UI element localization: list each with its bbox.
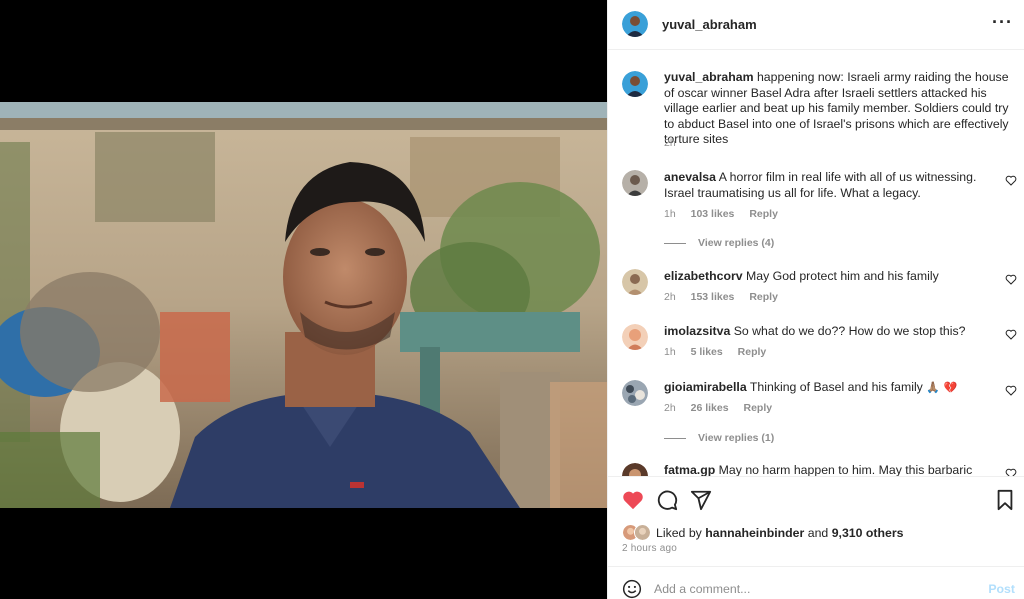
liked-by-avatars (622, 524, 652, 542)
heart-outline-icon[interactable] (1005, 175, 1017, 186)
post-photo-image (0, 102, 607, 508)
commenter-avatar[interactable] (622, 170, 648, 196)
comment-username[interactable]: fatma.gp (664, 463, 715, 476)
post-photo[interactable] (0, 102, 607, 508)
comment-body: May no harm happen to him. May this barb… (718, 463, 973, 476)
comment-text: imolazsitva So what do we do?? How do we… (664, 324, 994, 340)
author-username[interactable]: yuval_abraham (662, 17, 757, 32)
comment-emoji: 🙏🏽 💔 (926, 381, 958, 394)
comment-time: 2h (664, 291, 676, 303)
post-actions: Liked by hannaheinbinder and 9,310 other… (608, 476, 1024, 566)
view-replies-label: View replies (4) (698, 237, 775, 249)
view-replies-button[interactable]: View replies (4) (664, 237, 774, 249)
comment-username[interactable]: gioiamirabella (664, 380, 747, 394)
comment-time: 2h (664, 402, 676, 414)
comment-meta: 2h 153 likes Reply (664, 291, 790, 303)
heart-outline-icon[interactable] (1005, 468, 1017, 476)
post-details-panel: yuval_abraham ··· yuval_abraham happenin… (607, 0, 1024, 599)
add-comment-bar: Post (608, 566, 1024, 599)
caption-text: yuval_abraham happening now: Israeli arm… (664, 70, 1020, 148)
liked-by-summary: Liked by hannaheinbinder and 9,310 other… (622, 524, 903, 542)
comment-text: fatma.gp May no harm happen to him. May … (664, 463, 994, 476)
caption-username[interactable]: yuval_abraham (664, 70, 754, 84)
liker-avatar[interactable] (634, 524, 651, 541)
comment-likes[interactable]: 103 likes (691, 208, 735, 220)
caption-author-avatar[interactable] (622, 71, 648, 97)
post-media-panel (0, 0, 607, 599)
comment-text: anevalsa A horror film in real life with… (664, 170, 994, 201)
comment-likes[interactable]: 153 likes (691, 291, 735, 303)
comment-body: May God protect him and his family (746, 269, 939, 283)
heart-outline-icon[interactable] (1005, 329, 1017, 340)
comment-time: 1h (664, 346, 676, 358)
comment-likes[interactable]: 5 likes (691, 346, 723, 358)
comment-icon[interactable] (656, 489, 678, 511)
comment-time: 1h (664, 208, 676, 220)
heart-outline-icon[interactable] (1005, 274, 1017, 285)
reply-button[interactable]: Reply (738, 346, 767, 358)
comment-text: gioiamirabella Thinking of Basel and his… (664, 380, 994, 396)
heart-filled-icon[interactable] (622, 489, 644, 511)
comment-username[interactable]: anevalsa (664, 170, 716, 184)
comment-meta: 1h 103 likes Reply (664, 208, 790, 220)
post-header: yuval_abraham ··· (608, 0, 1024, 50)
reply-button[interactable]: Reply (749, 291, 778, 303)
comment-meta: 1h 5 likes Reply (664, 346, 778, 358)
reply-button[interactable]: Reply (749, 208, 778, 220)
comment-username[interactable]: imolazsitva (664, 324, 730, 338)
comment-input[interactable] (654, 581, 974, 597)
liked-by-prefix: Liked by (656, 526, 702, 540)
liked-by-user[interactable]: hannaheinbinder (705, 526, 804, 540)
commenter-avatar[interactable] (622, 463, 648, 476)
comment-username[interactable]: elizabethcorv (664, 269, 743, 283)
comment-body: Thinking of Basel and his family (749, 380, 923, 394)
commenter-avatar[interactable] (622, 380, 648, 406)
post-time-ago: 2 hours ago (622, 543, 678, 554)
more-horizontal-icon[interactable]: ··· (992, 13, 1013, 31)
comment-meta: 2h 26 likes Reply (664, 402, 784, 414)
heart-outline-icon[interactable] (1005, 385, 1017, 396)
comment-text: elizabethcorv May God protect him and hi… (664, 269, 994, 285)
caption-time: 2h (664, 137, 676, 149)
comment-body: So what do we do?? How do we stop this? (733, 324, 966, 338)
view-replies-label: View replies (1) (698, 432, 775, 444)
share-icon[interactable] (690, 489, 712, 511)
emoji-icon[interactable] (622, 579, 642, 599)
replies-divider-line (664, 242, 686, 244)
post-comment-button[interactable]: Post (988, 582, 1015, 596)
likes-count[interactable]: 9,310 others (832, 526, 904, 540)
commenter-avatar[interactable] (622, 269, 648, 295)
liked-by-and: and (807, 526, 829, 540)
author-avatar[interactable] (622, 11, 648, 37)
comment-likes[interactable]: 26 likes (691, 402, 729, 414)
view-replies-button[interactable]: View replies (1) (664, 432, 774, 444)
commenter-avatar[interactable] (622, 324, 648, 350)
comments-list[interactable]: yuval_abraham happening now: Israeli arm… (608, 51, 1024, 476)
reply-button[interactable]: Reply (743, 402, 772, 414)
replies-divider-line (664, 437, 686, 439)
bookmark-icon[interactable] (994, 489, 1016, 511)
